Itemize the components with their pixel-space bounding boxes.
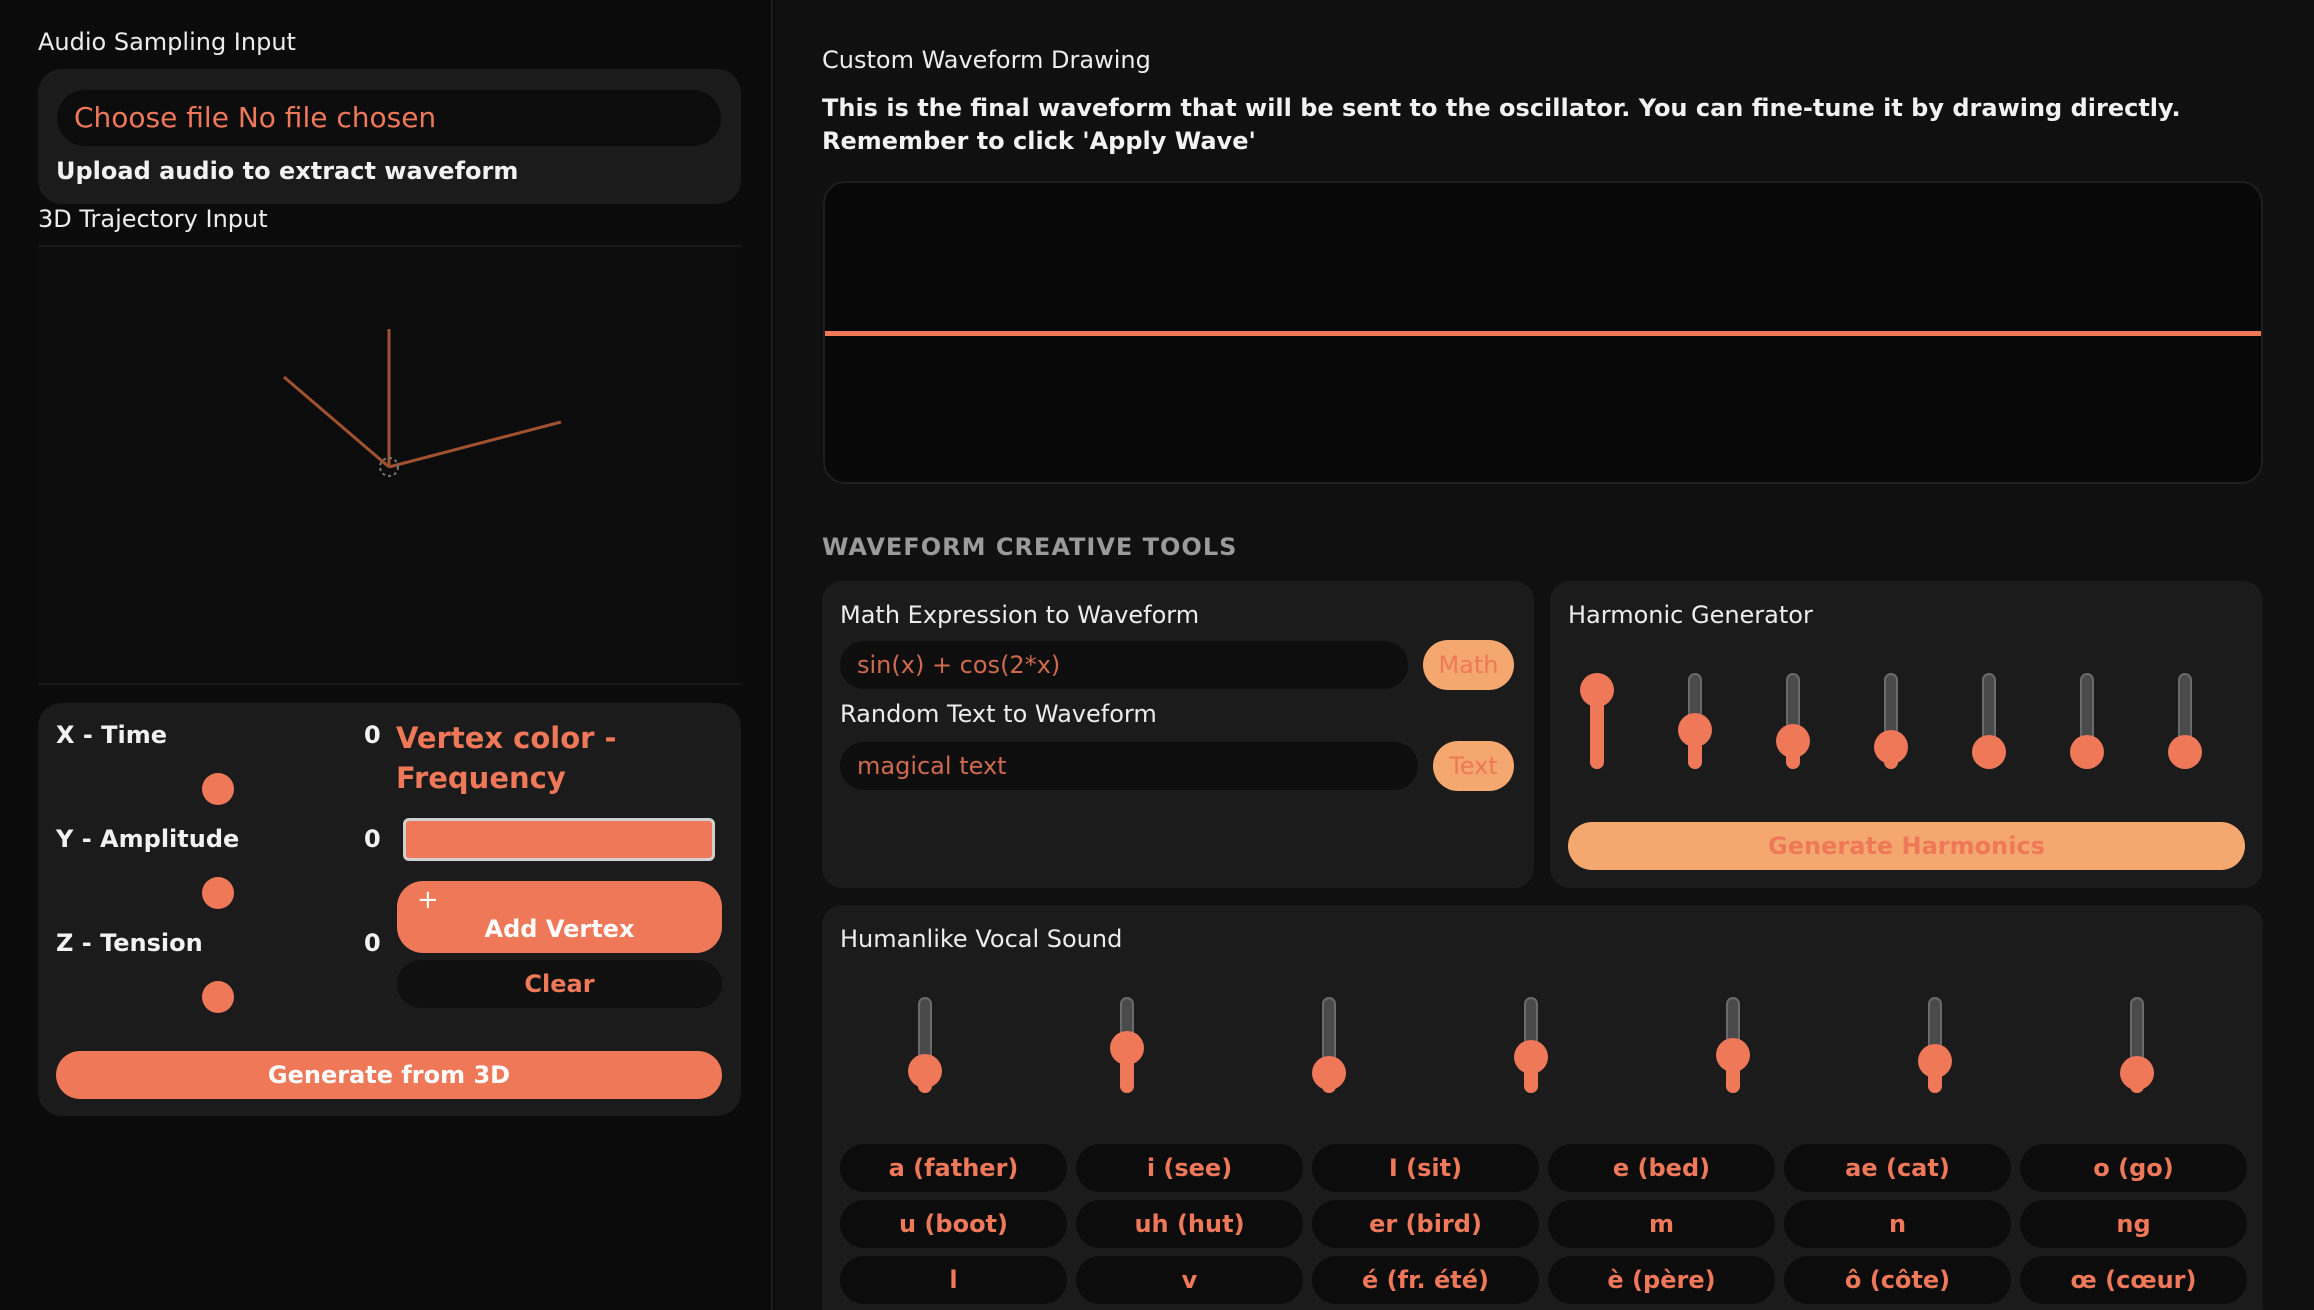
y-axis-slider-thumb[interactable] (202, 877, 234, 909)
vocal-slider-2[interactable] (1110, 997, 1144, 1093)
file-choose-button[interactable]: Choose file (74, 101, 229, 134)
vocal-slider-thumb[interactable] (1514, 1040, 1548, 1075)
harmonic-slider-thumb[interactable] (1678, 712, 1712, 747)
z-axis-slider-thumb[interactable] (202, 981, 234, 1013)
harmonic-slider-thumb[interactable] (1776, 724, 1810, 759)
vocal-slider-4[interactable] (1514, 997, 1548, 1093)
x-axis-label: X - Time (56, 721, 168, 749)
phoneme-button[interactable]: v (1076, 1256, 1303, 1304)
axis-z-line (388, 420, 562, 469)
phoneme-button[interactable]: œ (cœur) (2020, 1256, 2247, 1304)
waveform-description: This is the final waveform that will be … (822, 94, 2181, 155)
phoneme-button[interactable]: m (1548, 1200, 1775, 1248)
x-axis-value: 0 (364, 721, 381, 749)
harmonic-slider-7[interactable] (2168, 673, 2202, 769)
audio-hint: Upload audio to extract waveform (56, 157, 519, 185)
harmonic-slider-thumb[interactable] (2070, 735, 2104, 769)
harmonic-slider-thumb[interactable] (1874, 729, 1908, 764)
phoneme-button[interactable]: l (840, 1256, 1067, 1304)
math-expression-input[interactable]: sin(x) + cos(2*x) (840, 641, 1408, 689)
phoneme-button[interactable]: ng (2020, 1200, 2247, 1248)
harmonic-card: Harmonic Generator Generate Harmonics (1550, 581, 2263, 888)
harmonic-slider-5[interactable] (1972, 673, 2006, 769)
text-title: Random Text to Waveform (840, 700, 1157, 728)
harmonic-slider-2[interactable] (1678, 673, 1712, 769)
vocal-slider-thumb[interactable] (2120, 1056, 2154, 1091)
vocal-slider-6[interactable] (1918, 997, 1952, 1093)
vocal-title: Humanlike Vocal Sound (840, 925, 1123, 953)
tools-heading: WAVEFORM CREATIVE TOOLS (822, 533, 1238, 561)
y-axis-label: Y - Amplitude (56, 825, 240, 853)
phoneme-button[interactable]: o (go) (2020, 1144, 2247, 1192)
plus-icon: + (417, 885, 439, 915)
audio-card: Choose file No file chosen Upload audio … (38, 69, 741, 204)
math-title: Math Expression to Waveform (840, 601, 1200, 629)
waveform-line (825, 331, 2261, 336)
vertex-color-label: Vertex color - Frequency (396, 721, 617, 795)
phoneme-button[interactable]: u (boot) (840, 1200, 1067, 1248)
vocal-slider-thumb[interactable] (1716, 1038, 1750, 1073)
harmonic-slider-thumb[interactable] (1972, 735, 2006, 769)
vocal-slider-1[interactable] (908, 997, 942, 1093)
vocal-slider-thumb[interactable] (1918, 1044, 1952, 1079)
harmonic-title: Harmonic Generator (1568, 601, 1813, 629)
expression-card: Math Expression to Waveform sin(x) + cos… (822, 581, 1534, 888)
z-axis-label: Z - Tension (56, 929, 203, 957)
trajectory-section-title: 3D Trajectory Input (38, 205, 268, 233)
harmonic-slider-1[interactable] (1580, 673, 1614, 769)
clear-button[interactable]: Clear (397, 960, 722, 1008)
phoneme-button[interactable]: I (sit) (1312, 1144, 1539, 1192)
harmonic-slider-6[interactable] (2070, 673, 2104, 769)
text-button[interactable]: Text (1433, 741, 1514, 791)
phoneme-button[interactable]: er (bird) (1312, 1200, 1539, 1248)
phoneme-button[interactable]: ô (côte) (1784, 1256, 2011, 1304)
harmonic-slider-thumb[interactable] (2168, 735, 2202, 769)
vocal-slider-7[interactable] (2120, 997, 2154, 1093)
trajectory-axes (283, 329, 562, 477)
vertex-color-picker[interactable] (403, 818, 715, 861)
z-axis-value: 0 (364, 929, 381, 957)
phoneme-button[interactable]: è (père) (1548, 1256, 1775, 1304)
vocal-slider-thumb[interactable] (1110, 1030, 1144, 1065)
harmonic-slider-4[interactable] (1874, 673, 1908, 769)
phoneme-button[interactable]: n (1784, 1200, 2011, 1248)
y-axis-value: 0 (364, 825, 381, 853)
phoneme-button[interactable]: i (see) (1076, 1144, 1303, 1192)
right-panel: Custom Waveform Drawing This is the fina… (775, 0, 2314, 1310)
vocal-card: Humanlike Vocal Sound a (father) i (see) I… (822, 905, 2263, 1310)
math-button[interactable]: Math (1423, 640, 1514, 690)
waveform-drawing-canvas[interactable] (823, 181, 2263, 484)
add-vertex-button[interactable]: + Add Vertex (397, 881, 722, 953)
vocal-slider-thumb[interactable] (1312, 1056, 1346, 1091)
phoneme-button[interactable]: ae (cat) (1784, 1144, 2011, 1192)
left-panel: Audio Sampling Input Choose file No file… (0, 0, 773, 1310)
file-input[interactable]: Choose file No file chosen (57, 90, 721, 146)
trajectory-controls-card: X - Time 0 Y - Amplitude 0 Z - Tension 0… (38, 703, 741, 1116)
phoneme-button[interactable]: é (fr. été) (1312, 1256, 1539, 1304)
harmonic-slider-thumb[interactable] (1580, 673, 1614, 707)
file-status: No file chosen (237, 101, 437, 134)
random-text-input[interactable]: magical text (840, 742, 1418, 790)
waveform-title: Custom Waveform Drawing (822, 46, 1151, 74)
harmonic-slider-3[interactable] (1776, 673, 1810, 769)
phoneme-button[interactable]: uh (hut) (1076, 1200, 1303, 1248)
x-axis-slider-thumb[interactable] (202, 773, 234, 805)
phoneme-button[interactable]: e (bed) (1548, 1144, 1775, 1192)
generate-from-3d-button[interactable]: Generate from 3D (56, 1051, 722, 1099)
trajectory-3d-canvas[interactable] (38, 245, 741, 685)
axis-x-line (283, 375, 390, 469)
vocal-slider-5[interactable] (1716, 997, 1750, 1093)
phoneme-button[interactable]: a (father) (840, 1144, 1067, 1192)
vocal-slider-thumb[interactable] (908, 1053, 942, 1088)
add-vertex-label: Add Vertex (484, 915, 635, 943)
generate-harmonics-button[interactable]: Generate Harmonics (1568, 822, 2245, 870)
audio-section-title: Audio Sampling Input (38, 28, 296, 56)
vocal-slider-3[interactable] (1312, 997, 1346, 1093)
